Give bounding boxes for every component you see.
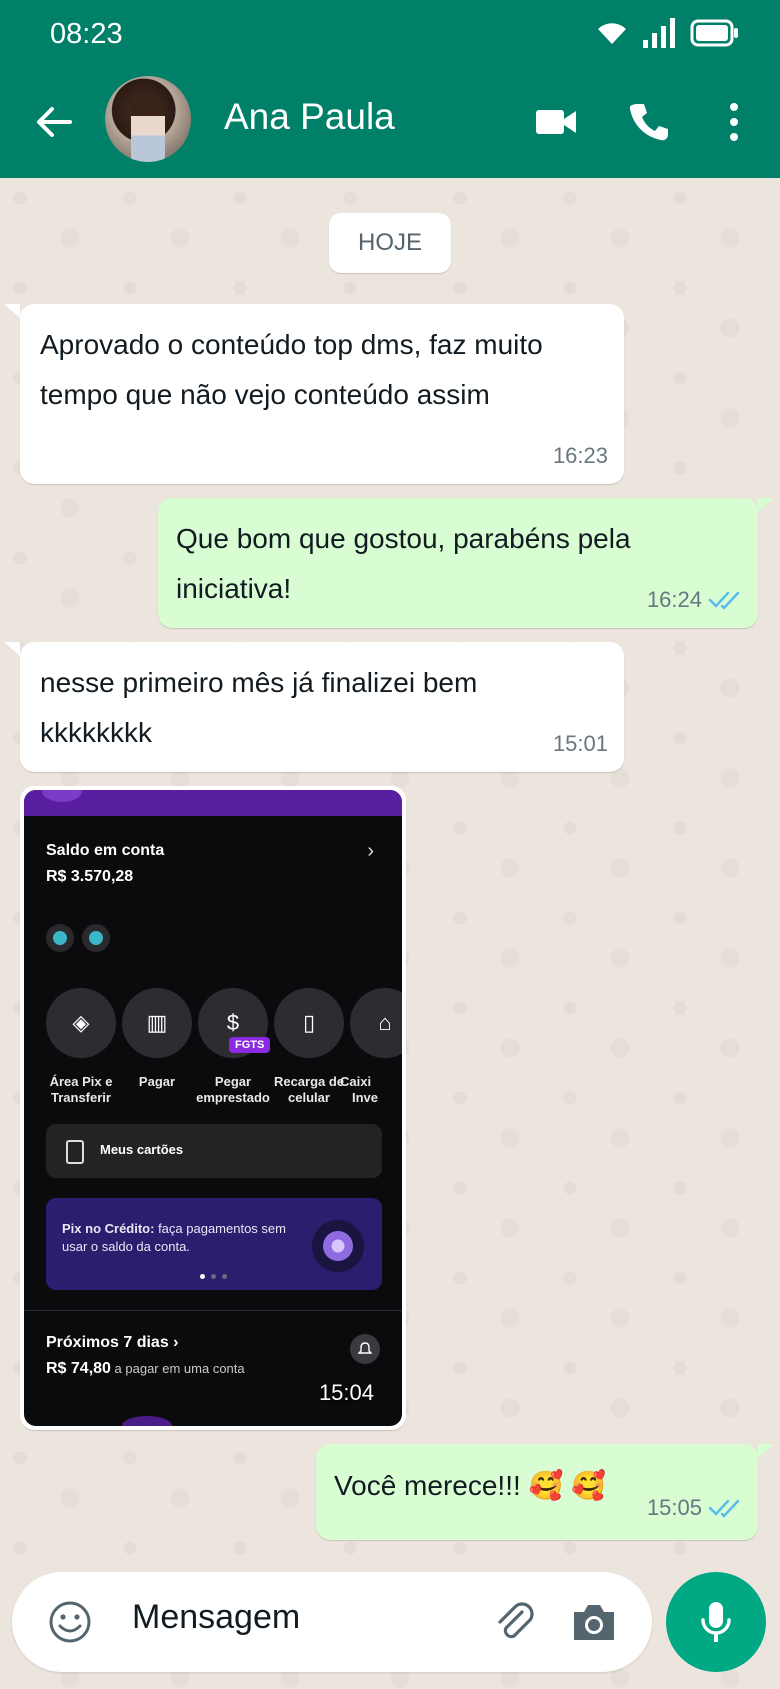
message-time: 16:23 xyxy=(552,443,608,468)
chat-header: Ana Paula xyxy=(0,68,780,178)
coin-icon xyxy=(82,924,110,952)
barcode-icon: ▥ xyxy=(122,988,192,1058)
double-check-icon xyxy=(708,591,740,610)
next-days-label: Próximos 7 dias › xyxy=(46,1334,179,1351)
action-label: Caixi Inve xyxy=(340,1074,379,1105)
message-text: Que bom que gostou, parabéns pela inicia… xyxy=(176,523,631,604)
emoji-icon[interactable] xyxy=(48,1600,92,1644)
signal-icon xyxy=(643,18,675,48)
status-time: 08:23 xyxy=(50,18,123,50)
message-text: Aprovado o conteúdo top dms, faz muito t… xyxy=(40,329,543,410)
more-options-icon[interactable] xyxy=(710,98,758,146)
message-bubble-outgoing[interactable]: Que bom que gostou, parabéns pela inicia… xyxy=(158,498,758,628)
message-time: 16:24 xyxy=(646,587,702,612)
message-bubble-incoming[interactable]: nesse primeiro mês já finalizei bem kkkk… xyxy=(20,642,624,772)
fgts-badge: FGTS xyxy=(229,1037,271,1053)
status-icons xyxy=(596,18,740,48)
investment-icon: ⌂ xyxy=(350,988,402,1058)
bank-app-screenshot[interactable]: Saldo em conta R$ 3.570,28 › ◈ ▥ $ ▯ ⌂ F… xyxy=(24,790,402,1426)
message-text: nesse primeiro mês já finalizei bem kkkk… xyxy=(40,667,478,748)
battery-icon xyxy=(690,19,738,47)
double-check-icon xyxy=(708,1499,740,1518)
contact-name[interactable]: Ana Paula xyxy=(224,96,395,138)
message-bubble-outgoing[interactable]: Você merece!!! 🥰 🥰 15:05 xyxy=(316,1444,758,1540)
voice-record-button[interactable] xyxy=(666,1572,766,1672)
pix-icon: ◈ xyxy=(46,988,116,1058)
coin-icon xyxy=(46,924,74,952)
balance-label: Saldo em conta xyxy=(46,842,165,859)
microphone-icon xyxy=(701,1602,731,1642)
next-days-amount: R$ 74,80 a pagar em uma conta xyxy=(46,1360,245,1377)
mobile-recharge-icon: ▯ xyxy=(274,988,344,1058)
pix-credit-icon xyxy=(312,1220,364,1272)
balance-value: R$ 3.570,28 xyxy=(46,868,134,885)
bubble-tail xyxy=(758,1444,774,1458)
image-message[interactable]: Saldo em conta R$ 3.570,28 › ◈ ▥ $ ▯ ⌂ F… xyxy=(20,786,406,1430)
bell-icon xyxy=(350,1334,380,1364)
camera-icon[interactable] xyxy=(570,1600,618,1644)
message-input[interactable]: Mensagem xyxy=(132,1598,300,1637)
chevron-right-icon: › xyxy=(367,840,374,862)
message-bubble-incoming[interactable]: Aprovado o conteúdo top dms, faz muito t… xyxy=(20,304,624,484)
back-arrow-icon[interactable] xyxy=(30,98,78,146)
message-time: 15:01 xyxy=(552,731,608,756)
message-time: 15:04 xyxy=(318,1380,374,1405)
card-icon xyxy=(66,1140,84,1164)
status-bar: 08:23 xyxy=(0,0,780,68)
date-chip: HOJE xyxy=(329,213,451,273)
message-composer: Mensagem xyxy=(12,1572,652,1672)
bubble-tail xyxy=(4,304,20,318)
video-call-icon[interactable] xyxy=(532,98,580,146)
cards-row: Meus cartões xyxy=(46,1124,382,1178)
carousel-dots xyxy=(200,1274,227,1279)
wifi-icon xyxy=(598,23,626,44)
bubble-tail xyxy=(758,498,774,512)
message-time: 15:05 xyxy=(646,1495,702,1520)
avatar[interactable] xyxy=(105,76,191,162)
bubble-tail xyxy=(4,642,20,656)
attach-icon[interactable] xyxy=(492,1600,538,1646)
phone-call-icon[interactable] xyxy=(624,98,672,146)
message-text: Você merece!!! 🥰 🥰 xyxy=(334,1470,607,1501)
